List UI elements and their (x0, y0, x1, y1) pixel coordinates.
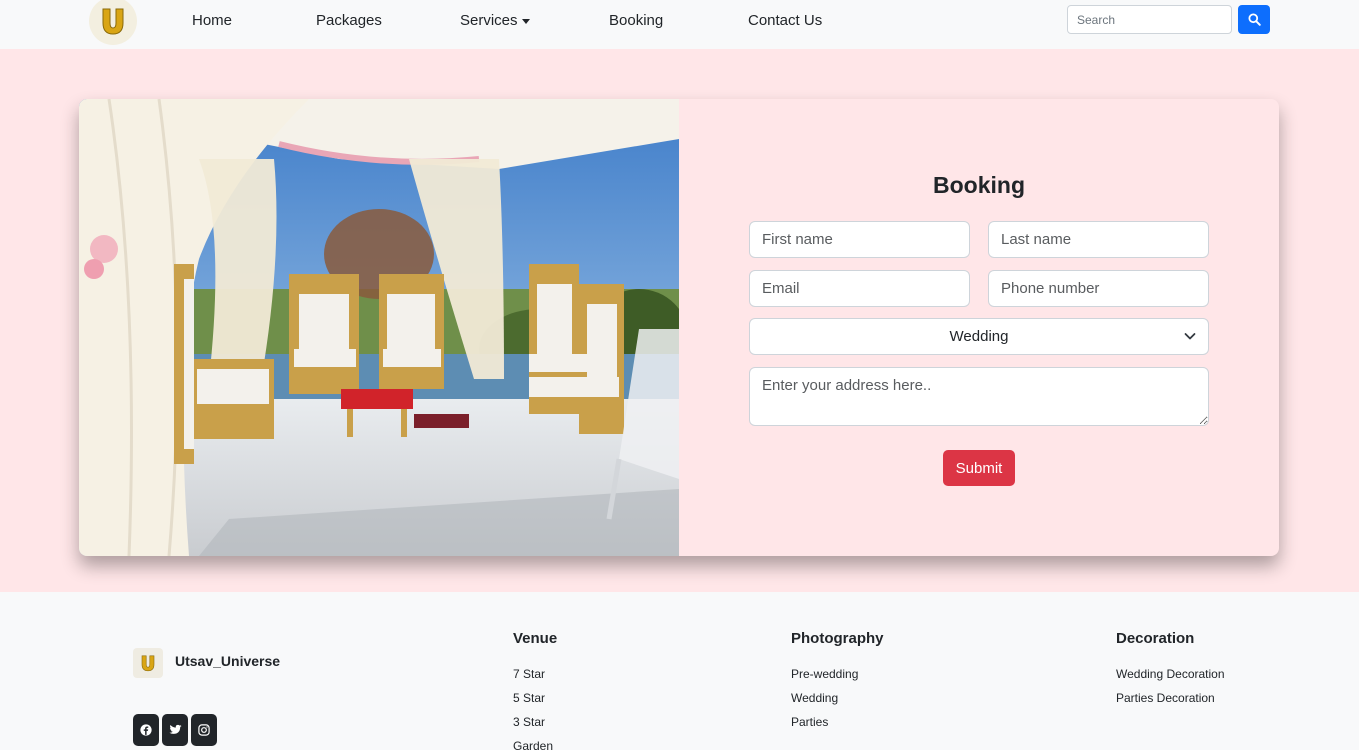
search-button[interactable] (1238, 5, 1270, 34)
footer-logo[interactable] (133, 648, 163, 678)
phone-field[interactable] (988, 270, 1209, 307)
nav-packages[interactable]: Packages (316, 12, 382, 29)
footer-link-parties-decoration[interactable]: Parties Decoration (1116, 691, 1215, 705)
footer-link-pre-wedding[interactable]: Pre-wedding (791, 667, 858, 681)
nav-booking[interactable]: Booking (609, 12, 663, 29)
nav-contact-us[interactable]: Contact Us (748, 12, 822, 29)
email-field[interactable] (749, 270, 970, 307)
booking-title: Booking (933, 172, 1025, 198)
nav-services-label: Services (460, 12, 518, 29)
address-field[interactable] (749, 367, 1209, 426)
footer-link-3-star[interactable]: 3 Star (513, 715, 545, 729)
facebook-button[interactable] (133, 714, 159, 746)
footer-heading-photography: Photography (791, 630, 884, 647)
wedding-mandap-photo (79, 99, 679, 556)
brand-logo[interactable] (89, 0, 137, 45)
booking-card: Booking Wedding Submit (79, 99, 1279, 556)
last-name-field[interactable] (988, 221, 1209, 258)
twitter-button[interactable] (162, 714, 188, 746)
search-icon (1247, 13, 1261, 26)
footer-brand-name: Utsav_Universe (175, 653, 281, 669)
submit-button[interactable]: Submit (943, 450, 1015, 486)
chevron-down-icon (1184, 333, 1196, 340)
footer-heading-venue: Venue (513, 630, 558, 647)
footer-link-7-star[interactable]: 7 Star (513, 667, 545, 681)
u-logo-icon (102, 8, 124, 35)
navbar: Home Packages Services Booking Contact U… (0, 0, 1359, 49)
footer-link-5-star[interactable]: 5 Star (513, 691, 545, 705)
search-input[interactable] (1067, 5, 1232, 34)
footer-link-parties[interactable]: Parties (791, 715, 828, 729)
footer: Utsav_Universe Venue 7 Star 5 Star 3 Sta… (0, 592, 1359, 750)
footer-link-wedding-decoration[interactable]: Wedding Decoration (1116, 667, 1225, 681)
footer-heading-decoration: Decoration (1116, 630, 1195, 647)
twitter-icon (168, 724, 182, 734)
event-type-value: Wedding (949, 328, 1009, 345)
first-name-field[interactable] (749, 221, 970, 258)
booking-section: Booking Wedding Submit (0, 49, 1359, 592)
event-type-select[interactable]: Wedding (749, 318, 1209, 355)
instagram-icon (198, 724, 210, 736)
nav-home[interactable]: Home (192, 12, 232, 29)
footer-link-wedding[interactable]: Wedding (791, 691, 838, 705)
footer-link-garden[interactable]: Garden (513, 739, 553, 750)
instagram-button[interactable] (191, 714, 217, 746)
nav-services-dropdown[interactable]: Services (460, 12, 530, 29)
caret-down-icon (521, 18, 530, 24)
facebook-icon (140, 724, 152, 736)
u-logo-icon (141, 655, 155, 672)
